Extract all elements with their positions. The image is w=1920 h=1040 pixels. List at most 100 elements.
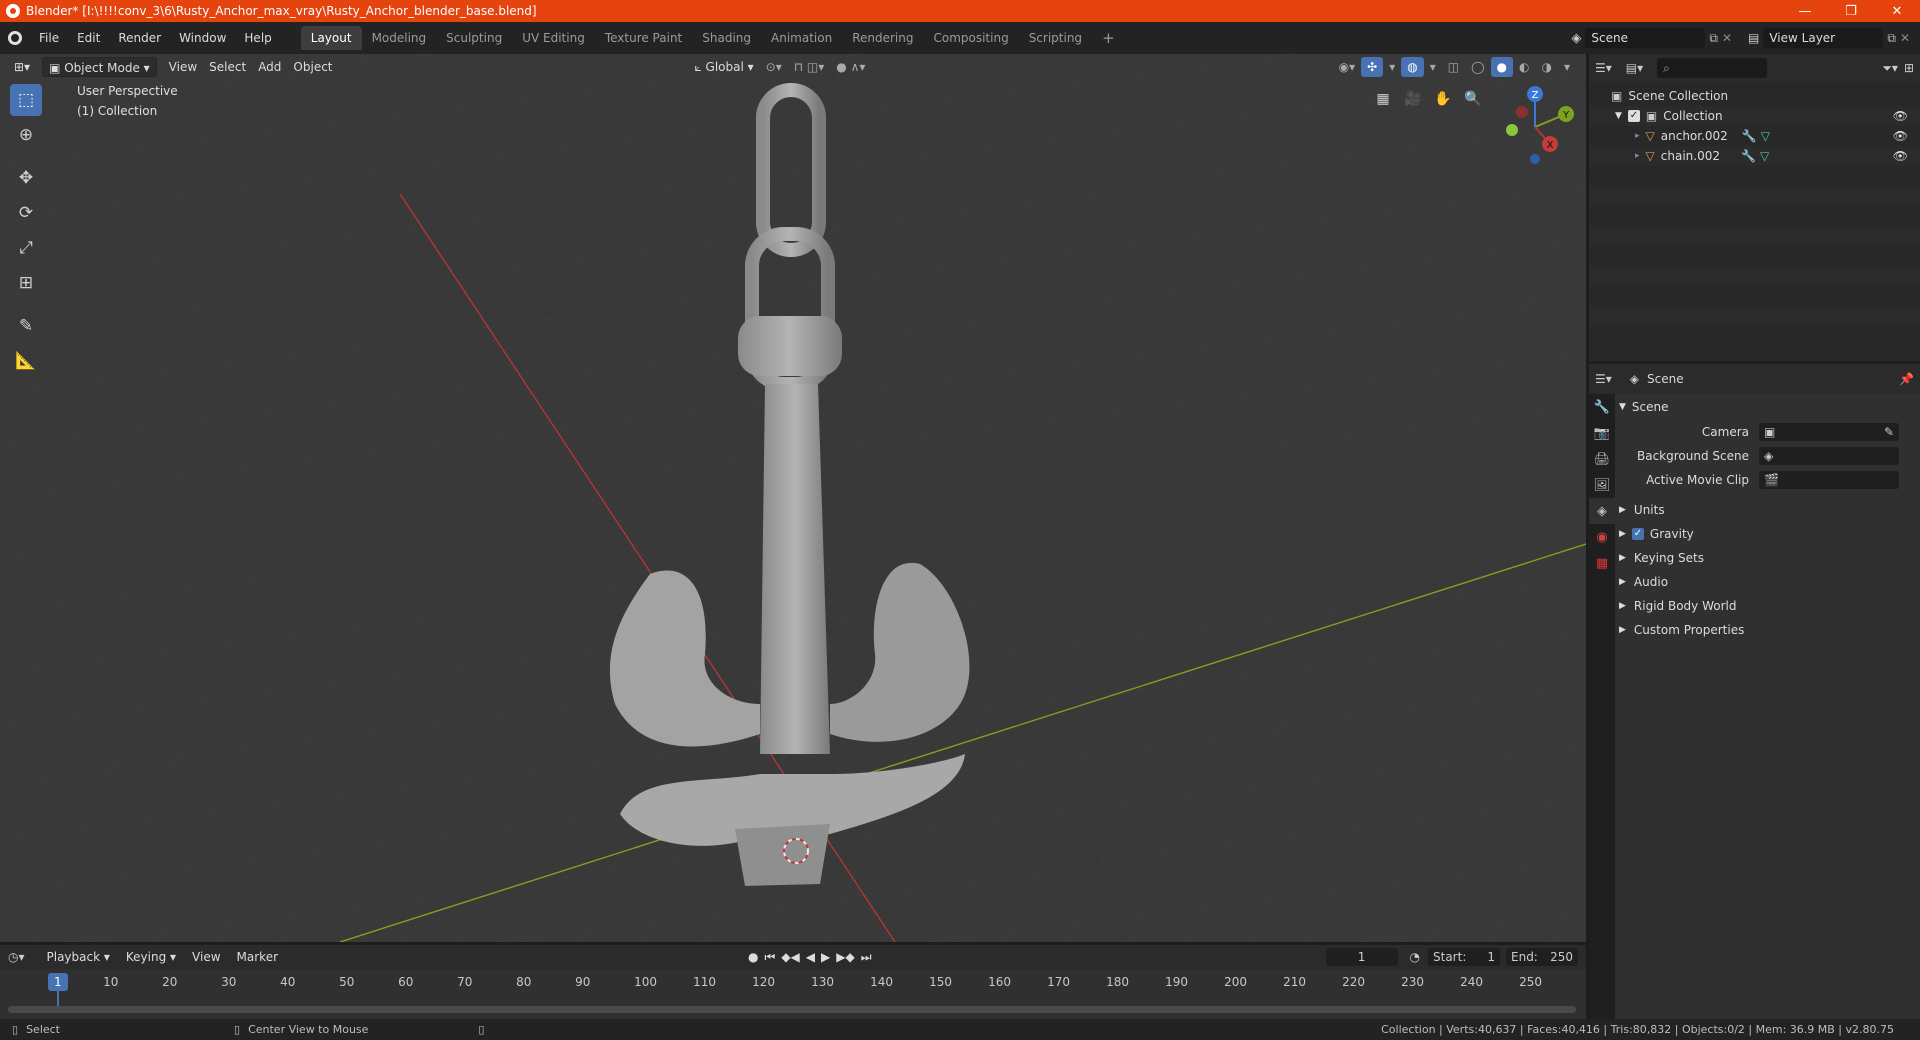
prev-keyframe-icon[interactable]: ◆◀: [781, 950, 799, 965]
menu-help[interactable]: Help: [235, 27, 280, 49]
record-icon[interactable]: ●: [748, 950, 758, 965]
gravity-checkbox[interactable]: ✓: [1631, 528, 1644, 540]
3d-viewport[interactable]: ⊞▾ ▣ Object Mode ▾ View Select Add Objec…: [0, 54, 1586, 942]
menu-keying[interactable]: Keying ▾: [120, 947, 182, 967]
preview-range-icon[interactable]: ◔: [1410, 950, 1420, 964]
start-frame-field[interactable]: Start: 1: [1428, 948, 1500, 966]
scale-tool-icon[interactable]: ⤢: [10, 232, 42, 264]
menu-object[interactable]: Object: [287, 57, 338, 77]
maximize-button[interactable]: ❐: [1828, 0, 1874, 22]
menu-window[interactable]: Window: [170, 27, 235, 49]
rotate-tool-icon[interactable]: ⟳: [10, 197, 42, 229]
menu-marker[interactable]: Marker: [231, 947, 284, 967]
expand-chevron-icon[interactable]: ▼: [1615, 111, 1622, 121]
modifier-wrench-icon[interactable]: 🔧: [1741, 149, 1756, 163]
delete-scene-icon[interactable]: ✕: [1722, 31, 1732, 45]
outliner-row-chain[interactable]: ▸ ▽ chain.002 🔧 ▽ 👁: [1589, 146, 1920, 166]
camera-view-icon[interactable]: 🎥: [1400, 86, 1426, 112]
menu-add[interactable]: Add: [252, 57, 287, 77]
visibility-eye-icon[interactable]: 👁: [1893, 149, 1908, 163]
menu-edit[interactable]: Edit: [68, 27, 109, 49]
outliner-row-anchor[interactable]: ▸ ▽ anchor.002 🔧 ▽ 👁: [1589, 126, 1920, 146]
editor-type-icon[interactable]: ⊞▾: [8, 57, 36, 77]
menu-playback[interactable]: Playback ▾: [41, 947, 116, 967]
snap-icon[interactable]: ⊓ ◫▾: [788, 57, 831, 77]
minimize-button[interactable]: —: [1782, 0, 1828, 22]
expand-chevron-icon[interactable]: ▸: [1635, 131, 1640, 141]
camera-field[interactable]: ▣ ✎: [1759, 423, 1899, 441]
tab-compositing[interactable]: Compositing: [923, 26, 1018, 50]
menu-timeline-view[interactable]: View: [186, 947, 226, 967]
cursor-tool-icon[interactable]: ⊕: [10, 119, 42, 151]
solid-shading-icon[interactable]: ●: [1490, 57, 1513, 77]
material-shading-icon[interactable]: ◐: [1513, 57, 1535, 77]
xray-icon[interactable]: ◫: [1442, 57, 1465, 77]
view-layer-tab-icon[interactable]: 🖼: [1589, 472, 1615, 498]
new-view-layer-icon[interactable]: ⧉: [1887, 31, 1896, 46]
scene-panel-header[interactable]: ▼ Scene: [1619, 394, 1917, 420]
menu-file[interactable]: File: [30, 27, 68, 49]
toggle-ortho-icon[interactable]: ▦: [1370, 86, 1396, 112]
outliner-editor-type-icon[interactable]: ☰▾: [1595, 61, 1612, 75]
rendered-shading-icon[interactable]: ◑: [1535, 57, 1557, 77]
annotate-tool-icon[interactable]: ✎: [10, 310, 42, 342]
zoom-view-icon[interactable]: 🔍: [1460, 86, 1486, 112]
scene-selector[interactable]: Scene: [1585, 28, 1706, 48]
gizmo-dropdown-icon[interactable]: ▾: [1383, 57, 1401, 77]
world-tab-icon[interactable]: ◉: [1589, 524, 1615, 550]
collection-checkbox[interactable]: ✓: [1627, 110, 1640, 122]
modifier-wrench-icon[interactable]: 🔧: [1742, 129, 1757, 143]
play-icon[interactable]: ▶: [821, 950, 830, 965]
tab-animation[interactable]: Animation: [761, 26, 842, 50]
output-tab-icon[interactable]: 🖨: [1589, 446, 1615, 472]
active-movie-clip-field[interactable]: 🎬: [1759, 471, 1899, 489]
next-keyframe-icon[interactable]: ▶◆: [836, 950, 854, 965]
overlay-dropdown-icon[interactable]: ▾: [1424, 57, 1442, 77]
section-audio[interactable]: ▶ Audio: [1619, 570, 1917, 594]
delete-view-layer-icon[interactable]: ✕: [1900, 31, 1910, 45]
move-tool-icon[interactable]: ✥: [10, 162, 42, 194]
outliner-row-scene-collection[interactable]: ▣ Scene Collection: [1589, 86, 1920, 106]
section-units[interactable]: ▶ Units: [1619, 498, 1917, 522]
outliner-search-input[interactable]: ⌕: [1657, 58, 1768, 78]
new-scene-icon[interactable]: ⧉: [1709, 31, 1718, 46]
visibility-icon[interactable]: ◉▾: [1333, 57, 1362, 77]
tab-texture-paint[interactable]: Texture Paint: [595, 26, 692, 50]
select-box-tool-icon[interactable]: ⬚: [10, 84, 42, 116]
outliner-display-mode-icon[interactable]: ▤▾: [1626, 61, 1643, 75]
end-frame-field[interactable]: End: 250: [1506, 948, 1578, 966]
tab-rendering[interactable]: Rendering: [842, 26, 923, 50]
visibility-eye-icon[interactable]: 👁: [1893, 129, 1908, 143]
pan-view-icon[interactable]: ✋: [1430, 86, 1456, 112]
gizmo-toggle-icon[interactable]: ✣: [1361, 57, 1384, 77]
add-workspace-button[interactable]: +: [1092, 26, 1125, 50]
scene-tab-icon[interactable]: ◈: [1589, 498, 1615, 524]
tab-shading[interactable]: Shading: [692, 26, 761, 50]
orientation-selector[interactable]: ⟀ Global ▾: [689, 57, 760, 77]
measure-tool-icon[interactable]: 📐: [10, 345, 42, 377]
view-layer-selector[interactable]: View Layer: [1763, 28, 1884, 48]
outliner-row-collection[interactable]: ▼ ✓ ▣ Collection 👁: [1589, 106, 1920, 126]
filter-icon[interactable]: ⏷▾: [1882, 61, 1898, 76]
frame-ruler[interactable]: 1 10 20 30 40 50 60 70 80 90 100 110 120 130 140 150 160…: [0, 972, 1586, 1013]
play-reverse-icon[interactable]: ◀: [806, 950, 815, 965]
current-frame-field[interactable]: 1: [1325, 948, 1398, 966]
new-collection-icon[interactable]: ⊞: [1904, 61, 1914, 75]
overlay-toggle-icon[interactable]: ◍: [1401, 57, 1424, 77]
mesh-data-icon[interactable]: ▽: [1760, 149, 1769, 163]
tab-layout[interactable]: Layout: [300, 26, 362, 50]
background-scene-field[interactable]: ◈: [1759, 447, 1899, 465]
section-custom-properties[interactable]: ▶ Custom Properties: [1619, 618, 1917, 642]
jump-end-icon[interactable]: ⏭: [861, 950, 872, 965]
jump-start-icon[interactable]: ⏮: [765, 950, 776, 965]
render-tab-icon[interactable]: 📷: [1589, 420, 1615, 446]
texture-tab-icon[interactable]: ▦: [1589, 550, 1615, 576]
visibility-eye-icon[interactable]: 👁: [1893, 109, 1908, 123]
wireframe-shading-icon[interactable]: ◯: [1465, 57, 1490, 77]
menu-render[interactable]: Render: [109, 27, 170, 49]
shading-dropdown-icon[interactable]: ▾: [1558, 57, 1576, 77]
expand-chevron-icon[interactable]: ▸: [1635, 151, 1640, 161]
proportional-edit-icon[interactable]: ● ∧▾: [830, 57, 871, 77]
tab-sculpting[interactable]: Sculpting: [436, 26, 512, 50]
tool-settings-tab-icon[interactable]: 🔧: [1589, 394, 1615, 420]
